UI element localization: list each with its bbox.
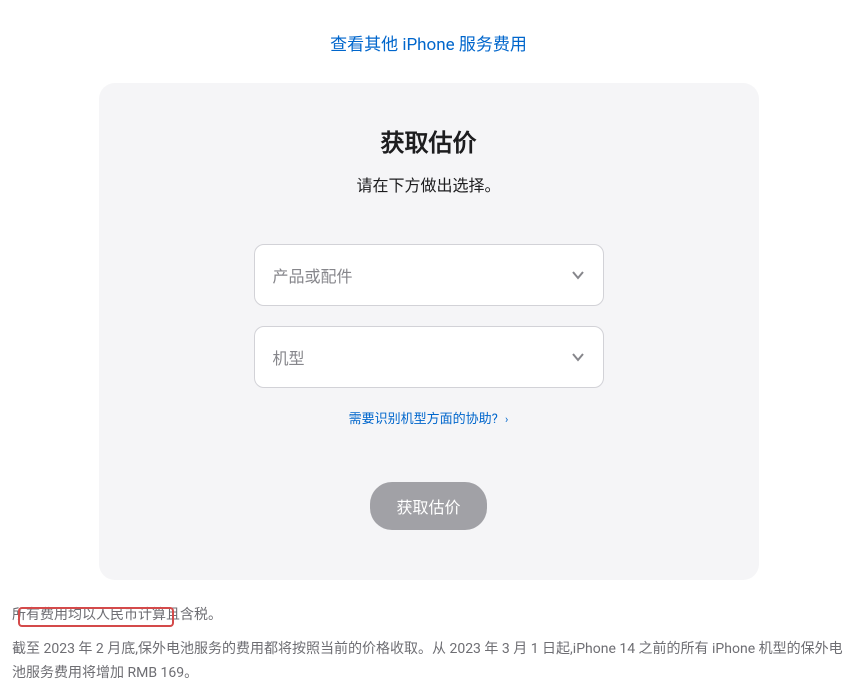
identify-model-link[interactable]: 需要识别机型方面的协助? › — [349, 412, 509, 427]
model-select[interactable]: 机型 — [254, 326, 604, 388]
model-select-label: 机型 — [273, 345, 305, 369]
card-subtitle: 请在下方做出选择。 — [139, 172, 719, 196]
chevron-down-icon — [571, 268, 585, 282]
top-link-container: 查看其他 iPhone 服务费用 — [0, 0, 857, 83]
get-estimate-button[interactable]: 获取估价 — [370, 482, 486, 530]
help-link-text: 需要识别机型方面的协助? — [349, 412, 498, 427]
chevron-right-icon: › — [505, 413, 508, 426]
footer-text: 所有费用均以人民币计算且含税。 截至 2023 年 2 月底,保外电池服务的费用… — [0, 580, 857, 685]
footer-line1: 所有费用均以人民币计算且含税。 — [12, 604, 845, 628]
estimate-card: 获取估价 请在下方做出选择。 产品或配件 机型 需要识别机型方面的协助? › 获… — [99, 83, 759, 580]
footer-line2: 截至 2023 年 2 月底,保外电池服务的费用都将按照当前的价格收取。从 20… — [12, 638, 845, 685]
other-services-link[interactable]: 查看其他 iPhone 服务费用 — [330, 35, 527, 55]
product-select-label: 产品或配件 — [273, 263, 353, 287]
card-title: 获取估价 — [139, 123, 719, 158]
product-select[interactable]: 产品或配件 — [254, 244, 604, 306]
help-link-container: 需要识别机型方面的协助? › — [139, 408, 719, 427]
chevron-down-icon — [571, 350, 585, 364]
